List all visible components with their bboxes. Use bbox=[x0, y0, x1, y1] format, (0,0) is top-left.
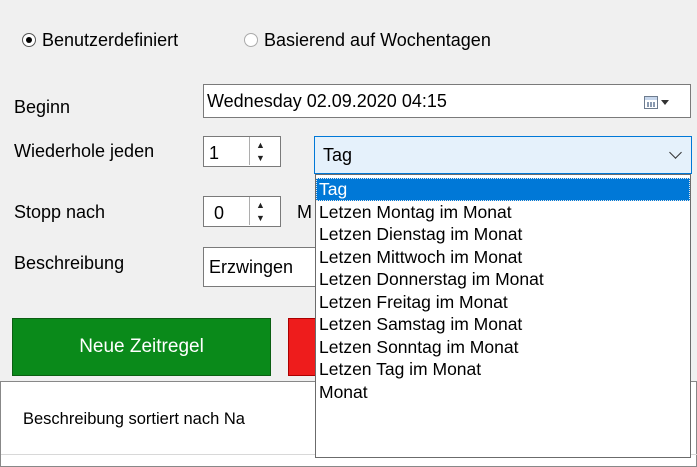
begin-label: Beginn bbox=[14, 97, 71, 117]
list-header[interactable]: Beschreibung sortiert nach Na bbox=[23, 408, 245, 430]
stop-value[interactable]: 0 bbox=[214, 202, 224, 224]
dropdown-option[interactable]: Letzen Montag im Monat bbox=[316, 201, 690, 224]
dropdown-option[interactable]: Letzen Samstag im Monat bbox=[316, 313, 690, 336]
dropdown-option[interactable]: Letzen Donnerstag im Monat bbox=[316, 268, 690, 291]
radio-custom[interactable] bbox=[22, 33, 36, 47]
spin-down-icon[interactable]: ▼ bbox=[250, 211, 271, 224]
repeat-unit-dropdown[interactable]: Tag Letzen Montag im Monat Letzen Dienst… bbox=[315, 174, 691, 458]
radio-weekday-label[interactable]: Basierend auf Wochentagen bbox=[264, 29, 491, 51]
spin-up-icon[interactable]: ▲ bbox=[250, 138, 271, 151]
new-rule-button[interactable]: Neue Zeitregel bbox=[12, 318, 271, 376]
caret-down-icon[interactable] bbox=[661, 100, 669, 105]
repeat-interval-stepper[interactable]: 1 ▲ ▼ bbox=[203, 136, 281, 167]
dropdown-option[interactable]: Letzen Freitag im Monat bbox=[316, 291, 690, 314]
spin-up-icon[interactable]: ▲ bbox=[250, 198, 271, 211]
stop-label: Stopp nach bbox=[14, 202, 106, 222]
radio-weekday[interactable] bbox=[244, 33, 258, 47]
repeat-spinner[interactable]: ▲ ▼ bbox=[249, 137, 271, 165]
begin-datetime-picker[interactable]: Wednesday 02.09.2020 04:15 bbox=[203, 84, 691, 118]
repeat-interval-value[interactable]: 1 bbox=[209, 142, 219, 164]
repeat-unit-select[interactable]: Tag bbox=[314, 136, 692, 174]
description-value[interactable]: Erzwingen bbox=[209, 256, 293, 278]
description-label: Beschreibung bbox=[14, 253, 125, 273]
new-rule-label: Neue Zeitregel bbox=[79, 336, 204, 357]
dropdown-option[interactable]: Letzen Tag im Monat bbox=[316, 358, 690, 381]
dropdown-option[interactable]: Tag bbox=[316, 178, 690, 201]
dropdown-option[interactable]: Letzen Dienstag im Monat bbox=[316, 223, 690, 246]
stop-stepper[interactable]: 0 ▲ ▼ bbox=[203, 196, 281, 227]
dropdown-option[interactable]: Letzen Mittwoch im Monat bbox=[316, 246, 690, 269]
chevron-down-icon[interactable] bbox=[669, 146, 682, 159]
begin-value[interactable]: Wednesday 02.09.2020 04:15 bbox=[207, 90, 447, 112]
repeat-unit-value[interactable]: Tag bbox=[323, 144, 352, 166]
calendar-icon[interactable] bbox=[644, 96, 658, 109]
spin-down-icon[interactable]: ▼ bbox=[250, 151, 271, 164]
radio-custom-label[interactable]: Benutzerdefiniert bbox=[42, 29, 178, 51]
description-input[interactable]: Erzwingen bbox=[203, 247, 323, 287]
dropdown-option[interactable]: Monat bbox=[316, 381, 690, 404]
dropdown-option[interactable]: Letzen Sonntag im Monat bbox=[316, 336, 690, 359]
stop-spinner[interactable]: ▲ ▼ bbox=[249, 197, 271, 225]
stop-unit-label: M bbox=[297, 202, 312, 222]
repeat-label: Wiederhole jeden bbox=[14, 141, 155, 161]
